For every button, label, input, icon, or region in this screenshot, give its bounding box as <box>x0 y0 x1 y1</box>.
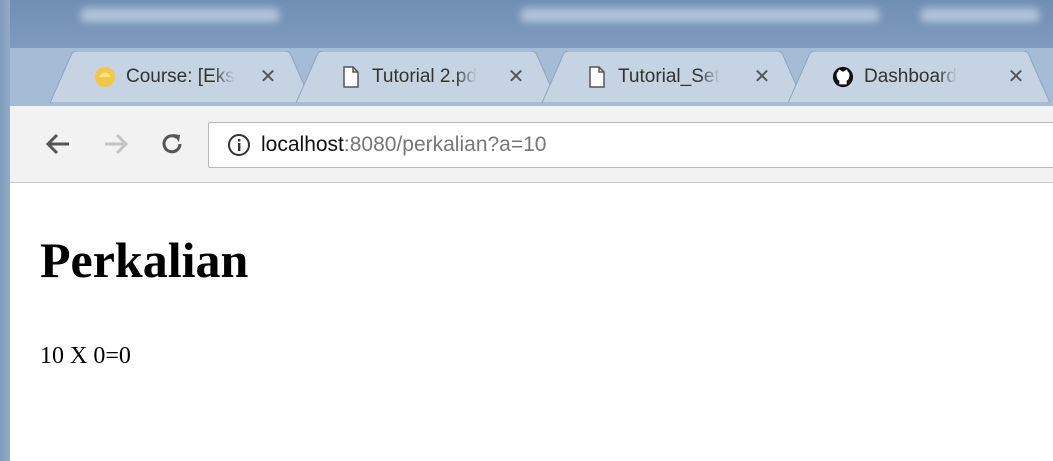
titlebar-blur <box>920 8 1040 22</box>
tab-strip: Course: [Eks ✕ Tutorial 2.pd ✕ Tutorial_… <box>10 48 1053 106</box>
tab-tutorial-2[interactable]: Tutorial 2.pd ✕ <box>296 51 558 103</box>
address-bar[interactable]: localhost:8080/perkalian?a=10 <box>208 122 1053 168</box>
browser-toolbar: localhost:8080/perkalian?a=10 <box>10 106 1053 183</box>
back-button[interactable] <box>38 124 78 164</box>
document-icon <box>586 66 608 88</box>
tab-content: Tutorial 2.pd <box>340 51 477 103</box>
back-arrow-icon <box>45 133 69 155</box>
url-host: localhost <box>261 133 344 156</box>
tab-close-icon[interactable]: ✕ <box>506 67 526 87</box>
tab-content: Tutorial_Set <box>586 51 720 103</box>
page-heading: Perkalian <box>40 232 249 288</box>
reload-button[interactable] <box>152 124 192 164</box>
document-icon <box>340 66 362 88</box>
tab-content: Dashboard <box>832 51 957 103</box>
tab-title: Course: [Eks <box>126 66 235 87</box>
forward-button[interactable] <box>96 124 136 164</box>
tab-close-icon[interactable]: ✕ <box>258 67 278 87</box>
tab-title: Dashboard <box>864 66 957 87</box>
tab-close-icon[interactable]: ✕ <box>1006 67 1026 87</box>
address-url[interactable]: localhost:8080/perkalian?a=10 <box>261 123 546 167</box>
tab-content: Course: [Eks <box>94 51 235 103</box>
tab-dashboard[interactable]: Dashboard ✕ <box>788 51 1050 103</box>
tab-tutorial-set[interactable]: Tutorial_Set ✕ <box>542 51 804 103</box>
tab-title: Tutorial 2.pd <box>372 66 477 87</box>
titlebar-blur <box>520 8 880 22</box>
forward-arrow-icon <box>105 133 129 155</box>
tab-close-icon[interactable]: ✕ <box>752 67 772 87</box>
multiplication-result: 10 X 0=0 <box>40 343 131 369</box>
course-favicon-icon <box>94 66 116 88</box>
site-info-icon[interactable] <box>227 133 251 157</box>
url-path: :8080/perkalian?a=10 <box>343 133 547 156</box>
github-icon <box>832 66 854 88</box>
titlebar-blur <box>80 8 280 22</box>
window-frame-left <box>0 0 10 461</box>
window-titlebar <box>0 0 1053 48</box>
tab-course[interactable]: Course: [Eks ✕ <box>50 51 312 103</box>
reload-icon <box>162 134 182 154</box>
page-content: Perkalian 10 X 0=0 <box>10 183 1053 461</box>
tab-title: Tutorial_Set <box>618 66 720 87</box>
